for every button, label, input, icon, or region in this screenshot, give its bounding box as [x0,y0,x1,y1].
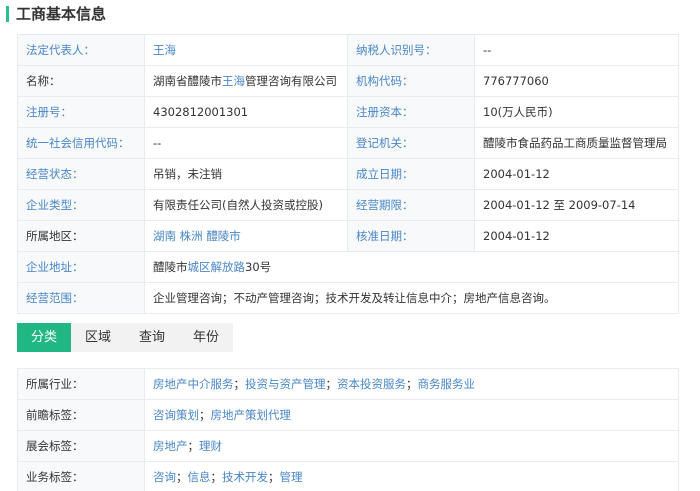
tag-link[interactable]: 房地产中介服务 [153,377,234,391]
credit-code-value: -- [144,127,348,159]
expo-tags: 房地产；理财 [144,430,679,462]
table-row: 企业类型： 有限责任公司(自然人投资或控股) 经营期限： 2004-01-12 … [17,189,679,221]
status-value: 吊销，未注销 [144,158,348,190]
industry-label: 所属行业： [17,368,145,400]
address-link-road[interactable]: 解放路 [211,260,246,274]
tag-link[interactable]: 房地产 [153,439,188,453]
table-row: 法定代表人： 王海 纳税人识别号： -- [17,34,679,66]
category-tabs: 分类 区域 查询 年份 [17,323,234,352]
region-value: 湖南 株洲 醴陵市 [144,220,348,252]
tag-link[interactable]: 理财 [199,439,222,453]
business-label: 业务标签： [17,461,145,491]
table-row: 前瞻标签： 咨询策划；房地产策划代理 [17,399,679,431]
reg-no-label: 注册号： [17,96,145,128]
tag-link[interactable]: 信息 [188,470,211,484]
table-row: 经营范围： 企业管理咨询；不动产管理咨询；技术开发及转让信息中介；房地产信息咨询… [17,282,679,314]
tab-query[interactable]: 查询 [125,323,179,352]
frontier-tags: 咨询策划；房地产策划代理 [144,399,679,431]
tag-link[interactable]: 咨询策划 [153,408,199,422]
tab-region[interactable]: 区域 [71,323,125,352]
frontier-label: 前瞻标签： [17,399,145,431]
reg-authority-value: 醴陵市食品药品工商质量监督管理局 [474,127,679,159]
scope-value: 企业管理咨询；不动产管理咨询；技术开发及转让信息中介；房地产信息咨询。 [144,282,679,314]
expo-label: 展会标签： [17,430,145,462]
approval-value: 2004-01-12 [474,220,679,252]
industry-tags: 房地产中介服务；投资与资产管理；资本投资服务；商务服务业 [144,368,679,400]
tag-link[interactable]: 管理 [280,470,303,484]
business-tags: 咨询；信息；技术开发；管理 [144,461,679,491]
section-title: 工商基本信息 [16,5,107,23]
region-link-city[interactable]: 株洲 [180,229,203,243]
founded-label: 成立日期： [347,158,475,190]
tag-link[interactable]: 资本投资服务 [337,377,406,391]
reg-no-value: 4302812001301 [144,96,348,128]
credit-code-label: 统一社会信用代码： [17,127,145,159]
reg-authority-label: 登记机关： [347,127,475,159]
table-row: 企业地址： 醴陵市城区解放路30号 [17,251,679,283]
section-accent-bar [6,6,9,22]
name-person-link[interactable]: 王海 [222,74,245,88]
type-label: 企业类型： [17,189,145,221]
region-link-province[interactable]: 湖南 [153,229,176,243]
region-link-county[interactable]: 醴陵市 [206,229,241,243]
table-row: 展会标签： 房地产；理财 [17,430,679,462]
table-row: 注册号： 4302812001301 注册资本： 10(万人民币) [17,96,679,128]
tags-table: 所属行业： 房地产中介服务；投资与资产管理；资本投资服务；商务服务业 前瞻标签：… [17,368,679,491]
reg-capital-label: 注册资本： [347,96,475,128]
name-label: 名称： [17,65,145,97]
address-value: 醴陵市城区解放路30号 [144,251,679,283]
org-code-label: 机构代码： [347,65,475,97]
tag-link[interactable]: 房地产策划代理 [211,408,292,422]
status-label: 经营状态： [17,158,145,190]
tab-category[interactable]: 分类 [17,323,72,352]
reg-capital-value: 10(万人民币) [474,96,679,128]
table-row: 所属行业： 房地产中介服务；投资与资产管理；资本投资服务；商务服务业 [17,368,679,400]
tab-year[interactable]: 年份 [179,323,233,352]
table-row: 统一社会信用代码： -- 登记机关： 醴陵市食品药品工商质量监督管理局 [17,127,679,159]
address-link-district[interactable]: 城区 [188,260,211,274]
tag-link[interactable]: 技术开发 [222,470,268,484]
name-value: 湖南省醴陵市王海管理咨询有限公司 [144,65,348,97]
section-header: 工商基本信息 [0,0,700,30]
tag-link[interactable]: 咨询 [153,470,176,484]
tag-link[interactable]: 商务服务业 [418,377,476,391]
legal-rep-label: 法定代表人： [17,34,145,66]
approval-label: 核准日期： [347,220,475,252]
type-value: 有限责任公司(自然人投资或控股) [144,189,348,221]
founded-value: 2004-01-12 [474,158,679,190]
term-value: 2004-01-12 至 2009-07-14 [474,189,679,221]
scope-label: 经营范围： [17,282,145,314]
table-row: 所属地区： 湖南 株洲 醴陵市 核准日期： 2004-01-12 [17,220,679,252]
address-label: 企业地址： [17,251,145,283]
taxpayer-id-label: 纳税人识别号： [347,34,475,66]
tag-link[interactable]: 投资与资产管理 [245,377,326,391]
taxpayer-id-value: -- [474,34,679,66]
legal-rep-link[interactable]: 王海 [153,43,176,57]
region-label: 所属地区： [17,220,145,252]
table-row: 经营状态： 吊销，未注销 成立日期： 2004-01-12 [17,158,679,190]
table-row: 业务标签： 咨询；信息；技术开发；管理 [17,461,679,491]
term-label: 经营期限： [347,189,475,221]
org-code-value: 776777060 [474,65,679,97]
table-row: 名称： 湖南省醴陵市王海管理咨询有限公司 机构代码： 776777060 [17,65,679,97]
business-info-table: 法定代表人： 王海 纳税人识别号： -- 名称： 湖南省醴陵市王海管理咨询有限公… [17,34,679,314]
